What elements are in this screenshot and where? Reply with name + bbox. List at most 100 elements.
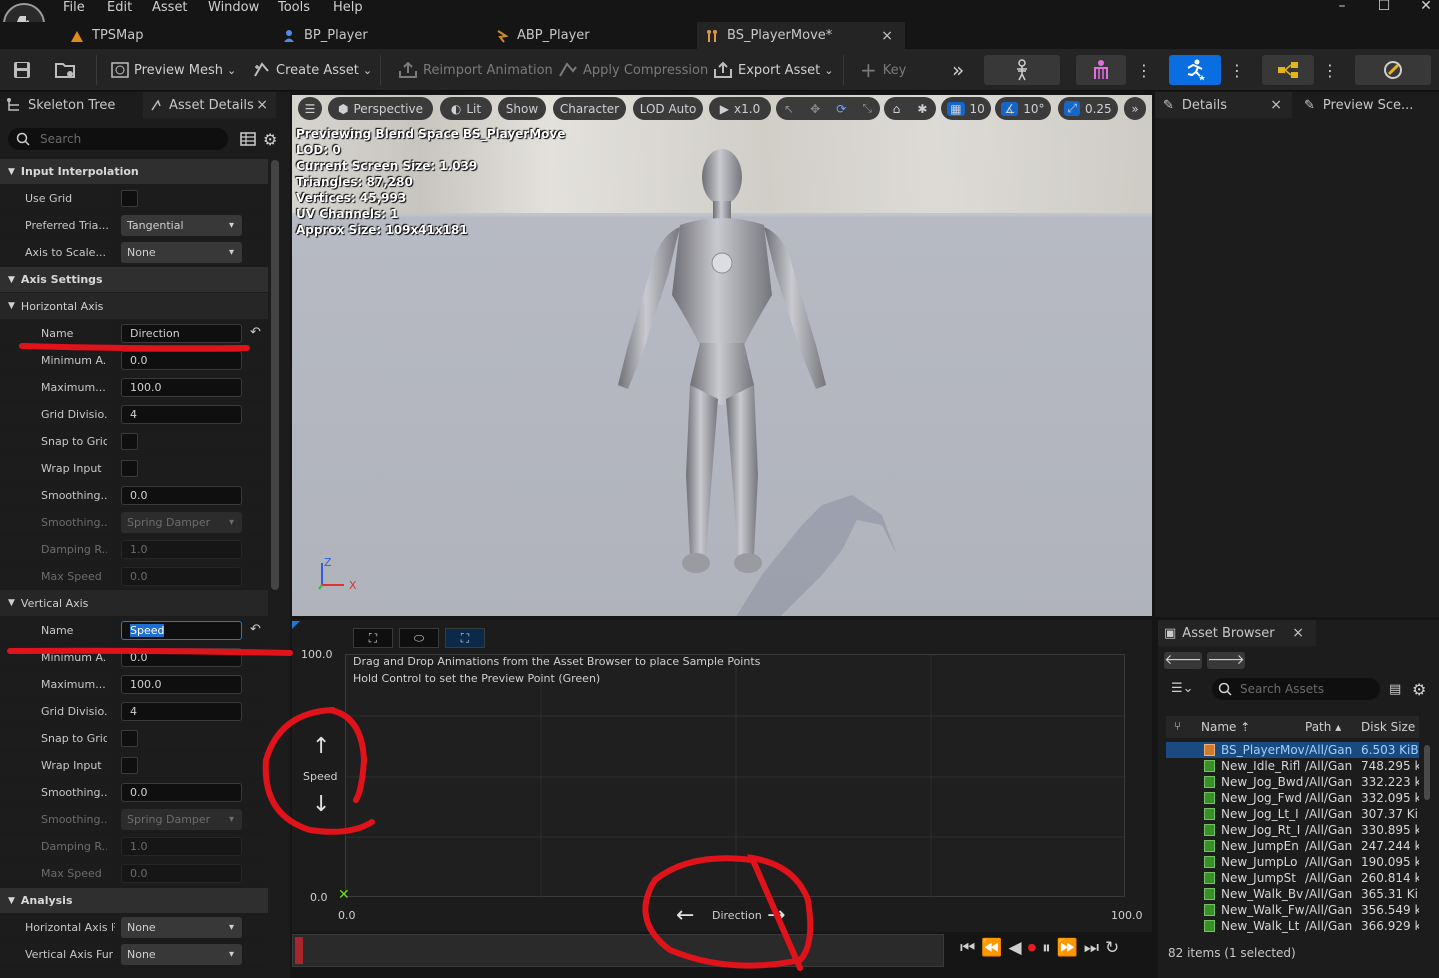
viewport-menu-button[interactable]: ☰ xyxy=(298,97,322,120)
column-path-header[interactable]: Path ▴ xyxy=(1305,720,1341,734)
preferred-triangulation-dropdown[interactable]: Tangential ▾ xyxy=(121,215,242,236)
options-kebab-icon[interactable]: ⋮ xyxy=(1322,54,1338,86)
scale-tool-icon[interactable]: ⤡ xyxy=(862,101,872,116)
category-axis-settings[interactable]: ▼ Axis Settings xyxy=(0,267,268,292)
playback-speed-button[interactable]: ▶ x1.0 xyxy=(709,97,771,120)
horizontal-wrap-checkbox[interactable] xyxy=(121,460,138,477)
horizontal-axis-function-dropdown[interactable]: None ▾ xyxy=(121,917,242,938)
horizontal-min-input[interactable]: 0.0 xyxy=(121,351,242,370)
local-space-icon[interactable]: ⌂ xyxy=(893,102,901,116)
menu-asset[interactable]: Asset xyxy=(152,0,188,15)
vertical-smoothing-type-dropdown[interactable]: Spring Damper ▾ xyxy=(121,809,242,830)
category-input-interpolation[interactable]: ▼ Input Interpolation xyxy=(0,159,268,184)
pause-icon[interactable]: ⏸ xyxy=(1042,938,1051,958)
tab-asset-browser[interactable]: ▣ Asset Browser × xyxy=(1158,620,1316,646)
menu-edit[interactable]: Edit xyxy=(107,0,132,15)
skip-to-start-icon[interactable]: ⏮ xyxy=(960,938,975,958)
vertical-grid-input[interactable]: 4 xyxy=(121,702,242,721)
settings-gear-icon[interactable]: ⚙ xyxy=(1412,680,1426,699)
menu-file[interactable]: File xyxy=(63,0,85,15)
vertical-min-input[interactable]: 0.0 xyxy=(121,648,242,667)
preview-point-marker[interactable]: ✕ xyxy=(338,887,350,903)
asset-row[interactable]: New_JumpSt/All/Gan 260.814 k xyxy=(1166,870,1419,886)
skip-to-end-icon[interactable]: ⏭ xyxy=(1084,938,1099,958)
lod-button[interactable]: LOD Auto xyxy=(633,97,703,120)
settings-gear-icon[interactable]: ⚙ xyxy=(263,130,277,149)
asset-row[interactable]: New_Walk_Fw/All/Gan 356.549 k xyxy=(1166,902,1419,918)
tab-details[interactable]: ✎ Details × xyxy=(1155,92,1292,118)
play-reverse-icon[interactable]: ◀ xyxy=(1008,938,1021,958)
asset-list-scrollbar[interactable] xyxy=(1424,745,1430,800)
back-button[interactable]: 🡐 xyxy=(1164,652,1202,669)
asset-search-input[interactable]: Search Assets xyxy=(1212,678,1380,700)
close-window-button[interactable]: ✕ xyxy=(1416,0,1436,14)
tab-preview-scene[interactable]: ✎ Preview Sce... xyxy=(1298,92,1438,118)
blueprint-mode-button[interactable] xyxy=(1262,55,1314,85)
rotation-snap-button[interactable]: ∡ 10° xyxy=(995,97,1051,120)
use-grid-checkbox[interactable] xyxy=(121,190,138,207)
mesh-mode-button[interactable] xyxy=(1076,55,1126,85)
vertical-axis-function-dropdown[interactable]: None ▾ xyxy=(121,944,242,965)
minimize-button[interactable]: – xyxy=(1332,0,1352,14)
source-control-icon[interactable]: ⑂ xyxy=(1174,719,1181,733)
create-asset-button[interactable]: Create Asset ⌄ xyxy=(252,54,372,86)
fit-samples-button[interactable]: ⛶ xyxy=(445,628,485,648)
timeline-scrubber[interactable] xyxy=(292,934,944,967)
table-view-icon[interactable] xyxy=(240,132,256,146)
asset-row[interactable]: New_Idle_Rifl/All/Gan 748.295 k xyxy=(1166,758,1419,774)
more-toolbar-icon[interactable]: » xyxy=(952,54,964,86)
details-search-input[interactable]: Search xyxy=(8,128,228,150)
export-asset-button[interactable]: Export Asset ⌄ xyxy=(712,54,833,86)
perspective-button[interactable]: ⬢ Perspective xyxy=(328,97,433,120)
reimport-animation-button[interactable]: Reimport Animation xyxy=(397,54,553,86)
apply-compression-button[interactable]: Apply Compression xyxy=(557,54,708,86)
tab-abp-player[interactable]: ABP_Player xyxy=(487,22,687,49)
select-tool-icon[interactable]: ↖ xyxy=(784,102,794,116)
reset-to-default-icon[interactable]: ↶ xyxy=(250,325,261,340)
horizontal-name-input[interactable]: Direction xyxy=(121,324,242,343)
forward-button[interactable]: 🡒 xyxy=(1207,652,1245,669)
close-tab-button[interactable]: × xyxy=(1292,625,1304,641)
physics-mode-button[interactable] xyxy=(1355,55,1431,85)
tab-bp-player[interactable]: BP_Player xyxy=(274,22,474,49)
skeleton-mode-button[interactable] xyxy=(984,55,1060,85)
vertical-snap-checkbox[interactable] xyxy=(121,730,138,747)
loop-icon[interactable]: ↻ xyxy=(1105,938,1119,958)
close-tab-button[interactable]: × xyxy=(256,97,268,113)
subcategory-vertical-axis[interactable]: ▼ Vertical Axis xyxy=(0,590,268,616)
toggle-labels-button[interactable]: ⬭ xyxy=(399,628,439,648)
asset-row[interactable]: New_Walk_Lt/All/Gan 366.929 k xyxy=(1166,918,1419,934)
menu-window[interactable]: Window xyxy=(208,0,259,15)
vertical-wrap-checkbox[interactable] xyxy=(121,757,138,774)
column-size-header[interactable]: Disk Size xyxy=(1361,720,1415,734)
options-kebab-icon[interactable]: ⋮ xyxy=(1136,54,1152,86)
tab-skeleton-tree[interactable]: Skeleton Tree xyxy=(0,92,140,118)
horizontal-max-input[interactable]: 100.0 xyxy=(121,378,242,397)
step-back-icon[interactable]: ⏪ xyxy=(981,938,1002,958)
save-button[interactable] xyxy=(12,54,32,86)
translate-tool-icon[interactable]: ✥ xyxy=(810,102,820,116)
show-button[interactable]: Show xyxy=(498,97,546,120)
horizontal-damping-input[interactable]: 1.0 xyxy=(121,540,242,559)
reset-to-default-icon[interactable]: ↶ xyxy=(250,622,261,637)
horizontal-smoothing-type-dropdown[interactable]: Spring Damper ▾ xyxy=(121,512,242,533)
menu-help[interactable]: Help xyxy=(333,0,363,15)
maximize-button[interactable]: ☐ xyxy=(1374,0,1394,14)
lit-button[interactable]: ◐ Lit xyxy=(440,97,492,120)
fit-view-button[interactable]: ⛶ xyxy=(353,628,393,648)
asset-row[interactable]: New_Jog_Rt_I/All/Gan 330.895 k xyxy=(1166,822,1419,838)
vertical-max-speed-input[interactable]: 0.0 xyxy=(121,864,242,883)
blend-space-grid[interactable] xyxy=(345,654,1126,898)
asset-row[interactable]: New_Jog_Bwd/All/Gan 332.223 k xyxy=(1166,774,1419,790)
axis-to-scale-dropdown[interactable]: None ▾ xyxy=(121,242,242,263)
rotate-tool-icon[interactable]: ⟳ xyxy=(836,102,846,116)
character-button[interactable]: Character xyxy=(553,97,626,120)
horizontal-snap-checkbox[interactable] xyxy=(121,433,138,450)
asset-row[interactable]: BS_PlayerMov/All/Gan 6.503 KiB xyxy=(1166,742,1419,758)
asset-row[interactable]: New_JumpEn/All/Gan 247.244 k xyxy=(1166,838,1419,854)
filter-button[interactable]: ☰⌄ xyxy=(1171,681,1194,696)
key-button[interactable]: + Key xyxy=(860,54,906,86)
tab-asset-details[interactable]: Asset Details × xyxy=(143,92,276,118)
horizontal-smoothing-input[interactable]: 0.0 xyxy=(121,486,242,505)
browse-button[interactable] xyxy=(54,54,78,86)
